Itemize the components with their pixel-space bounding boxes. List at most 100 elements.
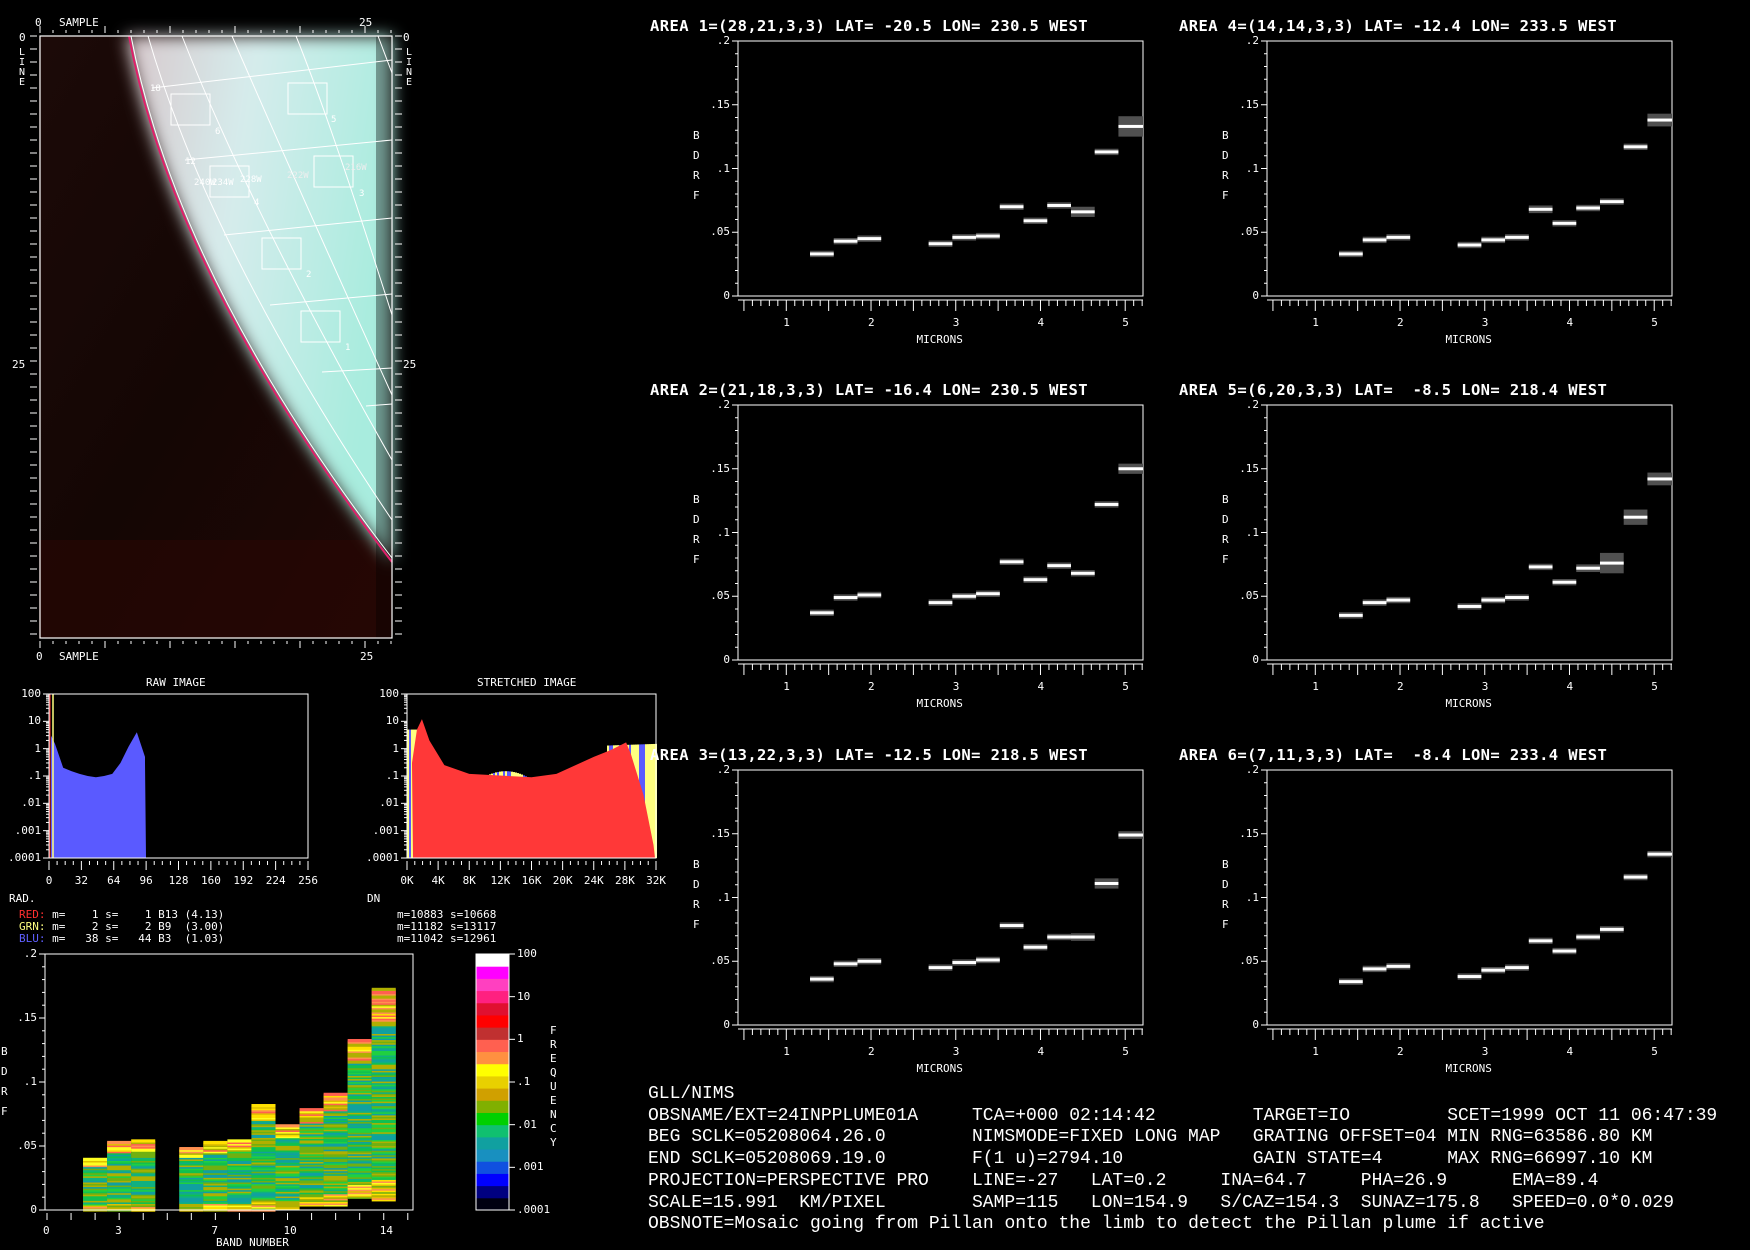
xtick-label: 1 <box>783 680 790 693</box>
stretched-hist-xtick: 32K <box>646 874 666 887</box>
raw-hist-ytick: .001 <box>14 823 42 837</box>
stretched-hist-xtick: 8K <box>462 874 476 887</box>
spectrum-bar <box>1457 973 1482 980</box>
colorbar-swatch <box>476 1088 509 1101</box>
spectrum-bar <box>1528 205 1553 214</box>
raw-hist-ytick: .0001 <box>8 851 42 864</box>
ytick-label: 0 <box>723 289 731 302</box>
ytick-label: .15 <box>1239 461 1260 475</box>
band-column-11 <box>299 1108 324 1207</box>
band-column-6 <box>179 1147 204 1212</box>
ytick-label: .1 <box>1245 890 1260 904</box>
raw-hist-xtick: 0 <box>45 874 53 887</box>
colorbar-swatch <box>476 1075 509 1089</box>
ytick-label: .2 <box>716 398 731 411</box>
raw-hist-xtick: 96 <box>139 874 153 887</box>
raw-hist-ytick: 10 <box>27 714 42 728</box>
colorbar-tick: .001 <box>517 1160 544 1174</box>
spectrum-bar <box>857 958 882 965</box>
xtick-label: 2 <box>1397 316 1404 329</box>
stretched-hist-xtick: 4K <box>431 874 445 887</box>
stretched-hist-xtick: 0K <box>400 874 414 887</box>
band-ytick: .15 <box>17 1011 38 1024</box>
stretched-hist-xtick: 12K <box>490 874 511 887</box>
spectrum-bar <box>833 960 858 967</box>
info-field: INA=64.7 <box>1220 1170 1307 1191</box>
spectrum-bar <box>1505 594 1529 601</box>
spectrum-bar <box>999 203 1024 210</box>
plot-frame <box>737 40 1144 297</box>
spectrum-bar <box>999 558 1024 566</box>
band-frequency-chart: 0.05.1.15.2 0 3 7 10 14 100 10 1.1.01.001.0001 B… <box>0 940 580 1250</box>
xtick-label: 4 <box>1566 1045 1574 1058</box>
xtick-label: 3 <box>1481 680 1489 693</box>
info-field: GAIN STATE=4 <box>1252 1149 1383 1170</box>
info-field: BEG SCLK=05208064.26.0 <box>648 1127 886 1148</box>
spectrum-bar <box>857 591 882 599</box>
observation-info: GLL/NIMS OBSNAME/EXT=24INPPLUME01A TCA=+0… <box>648 1084 1748 1250</box>
hist-bin <box>409 729 411 858</box>
colorbar-swatch <box>476 1014 509 1028</box>
xtick-label: 3 <box>1481 316 1489 329</box>
spectrum-bar <box>1552 947 1577 955</box>
spectrum-bar <box>952 234 977 241</box>
colorbar-tick: 10 <box>517 989 531 1003</box>
raw-hist-xtick: 256 <box>298 874 318 887</box>
cube-image-panel[interactable]: 18 12 240W 234W 228W 222W 216W 1 2 3 4 5… <box>0 0 420 665</box>
colorbar-swatch <box>476 1063 509 1077</box>
raw-hist-ytick: .1 <box>27 769 42 782</box>
spectrum-bar <box>1481 236 1506 244</box>
colorbar-swatch <box>476 990 509 1004</box>
xlabel: MICRONS <box>1445 1062 1492 1075</box>
info-field: END SCLK=05208069.19.0 <box>648 1149 886 1170</box>
info-field: NIMSMODE=FIXED LONG MAP <box>972 1127 1221 1148</box>
colorbar-swatch <box>476 1112 509 1126</box>
spectrum-bar <box>1386 596 1411 604</box>
spectrum-bar <box>928 240 953 247</box>
sample-tick-25-bottom: 25 <box>360 650 374 663</box>
spectrum-bar <box>1599 926 1624 933</box>
xtick-label: 2 <box>868 316 875 329</box>
area-title: AREA 4=(14,14,3,3) LAT= -12.4 LON= 233.5… <box>1179 17 1617 35</box>
stretched-hist-ytick: 100 <box>379 687 400 700</box>
colorbar-tick: .1 <box>517 1075 531 1088</box>
colorbar-swatch <box>476 1149 509 1162</box>
stretched-hist-xtick: 16K <box>521 874 542 887</box>
spectrum-bar <box>952 959 977 966</box>
colorbar-swatch <box>476 1185 509 1199</box>
raw-image-histogram: RAW IMAGE RAD. 100 10 1.1.01.001.0001 0 32 64… <box>0 670 330 950</box>
line-axis-label-left: LINE <box>19 47 26 88</box>
band-xtick: 3 <box>115 1224 122 1237</box>
spectrum-bar <box>999 922 1024 929</box>
spectrum-bar <box>1576 204 1600 212</box>
stretched-hist-xtick: 24K <box>583 874 604 887</box>
spectrum-bar <box>1576 564 1600 573</box>
info-field: SUNAZ=175.8 <box>1360 1192 1480 1213</box>
ytick-label: 0 <box>723 653 731 666</box>
xtick-label: 3 <box>952 1045 960 1058</box>
info-field: TARGET=IO <box>1252 1105 1351 1126</box>
plot-frame <box>737 769 1144 1026</box>
spectrum-bar <box>1070 933 1095 941</box>
band-column-9 <box>251 1104 276 1212</box>
xtick-label: 4 <box>1037 680 1045 693</box>
info-field: LON=154.9 <box>1090 1192 1189 1213</box>
colorbar-swatch <box>476 1161 509 1174</box>
info-field: PROJECTION=PERSPECTIVE PRO <box>648 1170 929 1191</box>
ytick-label: .05 <box>710 225 731 239</box>
stretched-hist-ytick: .1 <box>385 769 400 782</box>
spectrum-bar <box>833 237 858 245</box>
colorbar-label: FREQUENCY <box>550 1024 557 1149</box>
spectrum-bar <box>1047 933 1071 941</box>
xtick-label: 1 <box>783 316 790 329</box>
spectrum-bar <box>1505 964 1529 971</box>
ylabel: BDRF <box>693 858 700 931</box>
colorbar-tick: 1 <box>517 1032 524 1046</box>
area-title: AREA 1=(28,21,3,3) LAT= -20.5 LON= 230.5… <box>650 17 1088 35</box>
area-5-spectrum: AREA 5=(6,20,3,3) LAT= -8.5 LON= 218.4 W… <box>1179 365 1692 720</box>
colorbar-swatch <box>476 1124 509 1138</box>
spectrum-bar <box>1647 850 1672 858</box>
area-6-spectrum: AREA 6=(7,11,3,3) LAT= -8.4 LON= 233.4 W… <box>1179 730 1692 1085</box>
ytick-label: .2 <box>716 34 731 47</box>
spectrum-bar <box>857 235 882 242</box>
